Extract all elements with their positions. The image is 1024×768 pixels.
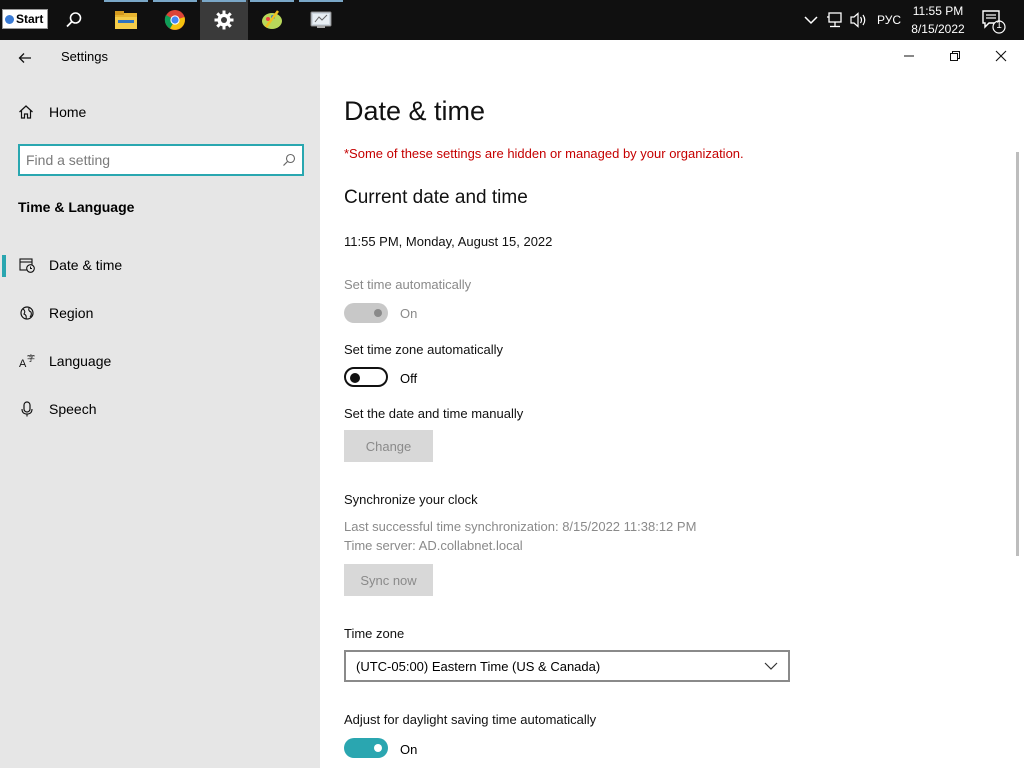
back-arrow-icon [18,53,31,63]
clock-date: 8/15/2022 [911,22,965,36]
sidebar-item-label: Region [49,305,94,321]
sync-now-button[interactable]: Sync now [344,564,433,596]
time-zone-dropdown[interactable]: (UTC-05:00) Eastern Time (US & Canada) [344,650,790,682]
calendar-clock-icon [19,258,35,273]
tray-overflow-button[interactable] [804,0,818,40]
file-explorer-taskbar-button[interactable] [102,0,150,40]
home-icon [19,105,33,119]
set-timezone-auto-state: Off [400,371,418,386]
search-input[interactable] [26,151,266,169]
globe-icon [20,306,34,320]
restore-icon [950,51,960,61]
set-timezone-auto-toggle[interactable] [344,367,388,387]
start-button[interactable]: Start [2,9,48,29]
network-icon [827,12,842,28]
paint-app-icon [262,10,282,29]
start-label: Start [16,12,44,26]
app-title: Settings [61,49,108,64]
close-icon [995,50,1007,62]
toggle-knob [374,309,382,317]
minimize-icon [904,55,914,57]
windows-orb-icon [5,14,14,24]
sidebar-item-language[interactable]: A 字 Language [0,341,320,381]
sync-heading: Synchronize your clock [344,492,478,507]
set-time-auto-state: On [400,306,418,321]
running-indicator [202,0,246,2]
app-taskbar-button[interactable] [248,0,296,40]
sidebar-item-label: Language [49,353,112,369]
search-taskbar-button[interactable] [50,0,98,40]
toggle-knob [350,373,360,383]
minimize-button[interactable] [886,40,932,72]
change-button[interactable]: Change [344,430,433,462]
sidebar-item-label: Date & time [49,257,123,273]
action-center-button[interactable]: 1 [980,8,1006,34]
running-indicator [299,0,343,2]
search-icon[interactable] [282,153,296,167]
monitor-app-icon [310,11,332,28]
clock-time: 11:55 PM [912,4,964,18]
settings-sidebar: Settings Home Time & Language Date & tim… [0,40,320,768]
set-time-auto-toggle [344,303,388,323]
selected-indicator [2,255,6,277]
vertical-scrollbar[interactable] [1016,152,1019,556]
restore-button[interactable] [932,40,978,72]
chrome-icon [164,10,185,30]
svg-text:字: 字 [27,353,35,363]
current-date-time-heading: Current date and time [344,187,528,208]
time-zone-value: (UTC-05:00) Eastern Time (US & Canada) [356,658,601,674]
volume-tray-button[interactable] [850,0,868,40]
network-tray-button[interactable] [826,0,844,40]
running-indicator [153,0,197,2]
svg-text:A: A [19,358,27,369]
speaker-icon [850,12,866,28]
language-label: РУС [877,13,902,27]
back-button[interactable] [14,48,36,68]
current-date-time-value: 11:55 PM, Monday, August 15, 2022 [344,234,553,249]
settings-taskbar-button[interactable] [200,0,248,40]
find-setting-search[interactable] [18,144,304,176]
dst-label: Adjust for daylight saving time automati… [344,712,597,727]
dst-state: On [400,742,418,757]
notification-count-badge: 1 [996,20,1002,31]
dst-toggle[interactable] [344,738,388,758]
sidebar-item-label: Speech [49,401,97,417]
close-button[interactable] [978,40,1024,72]
running-indicator [104,0,148,2]
set-time-auto-label: Set time automatically [344,277,472,292]
time-server-text: Time server: AD.collabnet.local [344,538,523,553]
home-link[interactable]: Home [18,104,86,120]
chrome-taskbar-button[interactable] [151,0,199,40]
remote-desktop-taskbar-button[interactable] [297,0,345,40]
sidebar-item-date-time[interactable]: Date & time [0,245,320,285]
input-language-indicator[interactable]: РУС [877,0,901,40]
running-indicator [250,0,294,2]
section-title: Time & Language [18,199,135,215]
last-sync-text: Last successful time synchronization: 8/… [344,519,697,534]
search-icon [66,12,82,28]
gear-icon [214,10,234,30]
set-manually-label: Set the date and time manually [344,406,524,421]
page-title: Date & time [344,96,486,126]
sidebar-item-speech[interactable]: Speech [0,389,320,429]
time-zone-label: Time zone [344,626,405,641]
chevron-down-icon [764,662,778,670]
sidebar-item-region[interactable]: Region [0,293,320,333]
microphone-icon [21,401,33,417]
managed-warning: *Some of these settings are hidden or ma… [344,146,744,161]
chevron-up-icon [804,16,818,25]
folder-icon [115,11,137,29]
language-icon: A 字 [19,353,35,369]
taskbar-clock[interactable]: 11:55 PM 8/15/2022 [905,2,971,38]
settings-content: Date & time *Some of these settings are … [320,40,1024,768]
set-timezone-auto-label: Set time zone automatically [344,342,503,357]
home-label: Home [49,104,87,120]
toggle-knob [374,744,382,752]
taskbar: Start РУС 11:55 PM 8/15/2022 1 [0,0,1024,40]
